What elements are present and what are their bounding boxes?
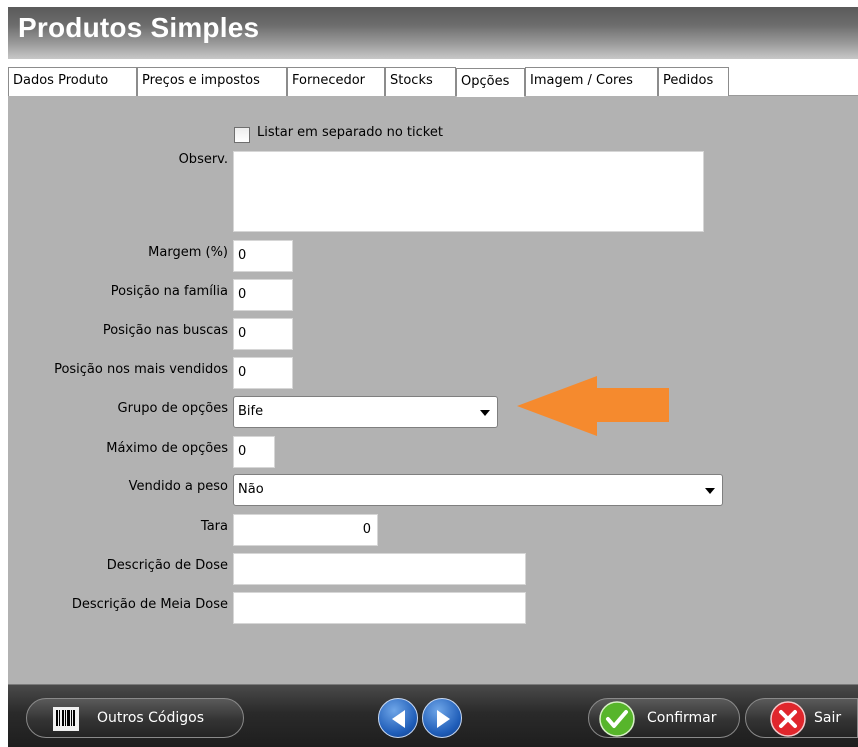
tara-label: Tara xyxy=(200,519,228,534)
vendido-peso-label: Vendido a peso xyxy=(128,479,228,494)
outros-codigos-label: Outros Códigos xyxy=(97,710,205,726)
descricao-meia-dose-input[interactable] xyxy=(233,592,526,624)
descricao-dose-label: Descrição de Dose xyxy=(106,558,228,573)
margem-label: Margem (%) xyxy=(148,245,228,260)
arrow-left-icon xyxy=(392,710,405,728)
vendido-peso-select[interactable]: Não xyxy=(233,474,723,506)
confirmar-button[interactable]: Confirmar xyxy=(588,698,740,738)
outros-codigos-button[interactable]: Outros Códigos xyxy=(26,698,244,738)
arrow-right-icon xyxy=(437,710,450,728)
listar-separado-label: Listar em separado no ticket xyxy=(257,125,443,140)
next-button[interactable] xyxy=(422,698,462,738)
confirmar-label: Confirmar xyxy=(647,710,717,726)
posicao-mais-vendidos-input[interactable]: 0 xyxy=(233,357,293,389)
check-icon xyxy=(599,701,635,737)
grupo-opcoes-value: Bife xyxy=(238,404,264,419)
maximo-opcoes-label: Máximo de opções xyxy=(106,441,228,456)
tab-bar: Dados Produto Preços e impostos Forneced… xyxy=(8,59,858,97)
tab-pedidos[interactable]: Pedidos xyxy=(658,67,729,96)
posicao-buscas-label: Posição nas buscas xyxy=(102,323,228,338)
vendido-peso-value: Não xyxy=(238,482,264,497)
listar-separado-checkbox[interactable] xyxy=(234,127,250,143)
maximo-opcoes-input[interactable]: 0 xyxy=(233,436,275,468)
tab-fornecedor[interactable]: Fornecedor xyxy=(287,67,385,96)
orange-arrow-left-icon xyxy=(517,376,669,436)
descricao-meia-dose-label: Descrição de Meia Dose xyxy=(71,597,228,612)
grupo-opcoes-label: Grupo de opções xyxy=(117,401,228,416)
posicao-mais-vendidos-label: Posição nos mais vendidos xyxy=(54,362,228,377)
title-bar: Produtos Simples xyxy=(8,7,858,59)
sair-label: Sair xyxy=(814,710,842,726)
tab-dados-produto[interactable]: Dados Produto xyxy=(8,67,137,96)
tara-input[interactable]: 0 xyxy=(233,514,378,546)
tab-stocks[interactable]: Stocks xyxy=(385,67,456,96)
options-panel: Listar em separado no ticket Observ. Mar… xyxy=(8,96,858,684)
tab-opcoes[interactable]: Opções xyxy=(456,68,525,97)
previous-button[interactable] xyxy=(378,698,418,738)
product-window: Produtos Simples Dados Produto Preços e … xyxy=(8,7,858,747)
posicao-familia-input[interactable]: 0 xyxy=(233,279,293,311)
window-title: Produtos Simples xyxy=(18,12,260,43)
close-icon xyxy=(770,701,806,737)
chevron-down-icon xyxy=(480,410,490,416)
margem-input[interactable]: 0 xyxy=(233,240,293,272)
observ-textarea[interactable] xyxy=(233,151,704,232)
descricao-dose-input[interactable] xyxy=(233,553,526,585)
chevron-down-icon xyxy=(705,488,715,494)
posicao-familia-label: Posição na família xyxy=(110,284,228,299)
posicao-buscas-input[interactable]: 0 xyxy=(233,318,293,350)
barcode-icon xyxy=(53,707,79,731)
sair-button[interactable]: Sair xyxy=(745,698,858,738)
tab-imagem-cores[interactable]: Imagem / Cores xyxy=(525,67,658,96)
tab-precos-impostos[interactable]: Preços e impostos xyxy=(137,67,287,96)
bottom-toolbar: Outros Códigos Confirmar Sair xyxy=(8,684,858,747)
observ-label: Observ. xyxy=(178,152,228,167)
grupo-opcoes-select[interactable]: Bife xyxy=(233,396,498,428)
